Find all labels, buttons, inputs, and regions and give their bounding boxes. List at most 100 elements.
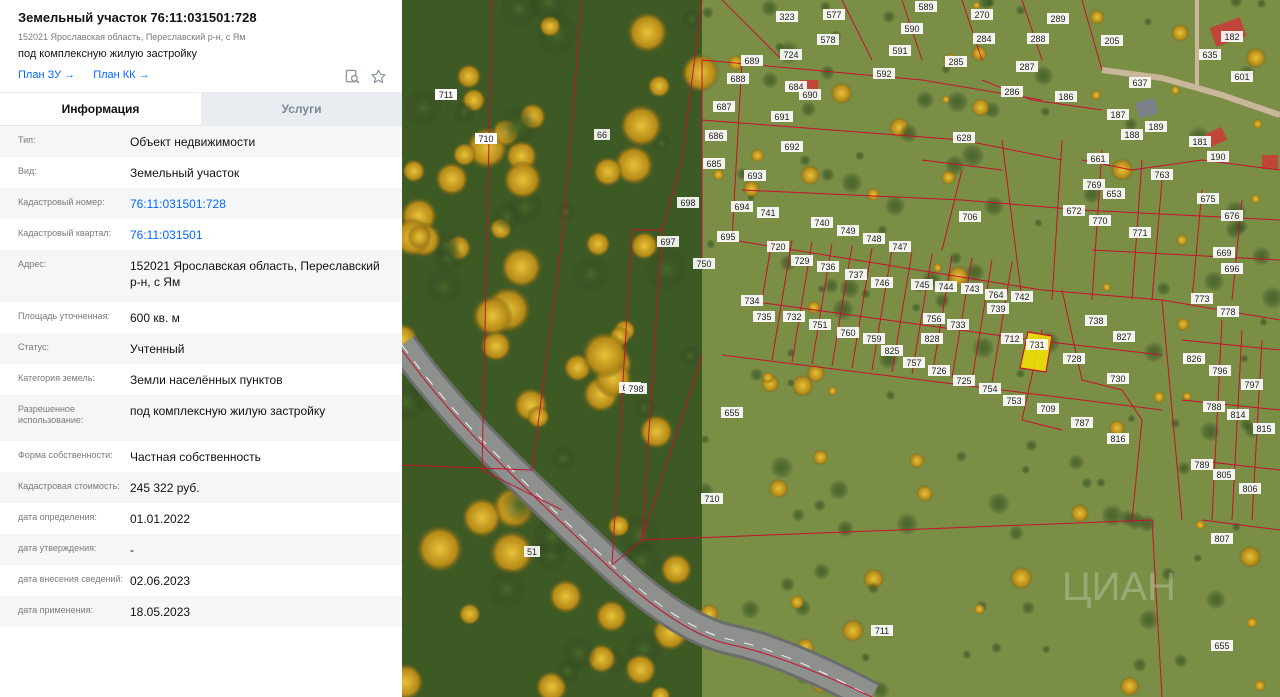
parcel-label[interactable]: 697: [660, 237, 675, 247]
parcel-label[interactable]: 205: [1104, 36, 1119, 46]
parcel-label[interactable]: 289: [1050, 14, 1065, 24]
parcel-label[interactable]: 51: [527, 547, 537, 557]
parcel-label[interactable]: 655: [724, 408, 739, 418]
parcel-label[interactable]: 734: [744, 296, 759, 306]
parcel-label[interactable]: 725: [956, 376, 971, 386]
plan-kk-link[interactable]: План КК →: [93, 69, 149, 81]
parcel-label[interactable]: 825: [884, 346, 899, 356]
parcel-label[interactable]: 712: [1004, 334, 1019, 344]
parcel-label[interactable]: 742: [1014, 292, 1029, 302]
parcel-label[interactable]: 735: [756, 312, 771, 322]
parcel-label[interactable]: 759: [866, 334, 881, 344]
parcel-label[interactable]: 181: [1192, 137, 1207, 147]
parcel-label[interactable]: 748: [866, 234, 881, 244]
parcel-label[interactable]: 724: [783, 50, 798, 60]
parcel-label[interactable]: 66: [597, 130, 607, 140]
parcel-label[interactable]: 628: [956, 133, 971, 143]
parcel-label[interactable]: 796: [1212, 366, 1227, 376]
parcel-label[interactable]: 688: [730, 74, 745, 84]
parcel-label[interactable]: 709: [1040, 404, 1055, 414]
parcel-label[interactable]: 756: [926, 314, 941, 324]
parcel-label[interactable]: 728: [1066, 354, 1081, 364]
parcel-label[interactable]: 695: [720, 232, 735, 242]
parcel-label[interactable]: 816: [1110, 434, 1125, 444]
parcel-label[interactable]: 827: [1116, 332, 1131, 342]
parcel-label[interactable]: 720: [770, 242, 785, 252]
parcel-label[interactable]: 814: [1230, 410, 1245, 420]
parcel-label[interactable]: 754: [982, 384, 997, 394]
parcel-label[interactable]: 746: [874, 278, 889, 288]
parcel-label[interactable]: 747: [892, 242, 907, 252]
parcel-label[interactable]: 689: [744, 56, 759, 66]
parcel-label[interactable]: 190: [1210, 152, 1225, 162]
parcel-label[interactable]: 757: [906, 358, 921, 368]
parcel-label[interactable]: 807: [1214, 534, 1229, 544]
parcel-label[interactable]: 806: [1242, 484, 1257, 494]
parcel-label[interactable]: 589: [918, 2, 933, 12]
parcel-label[interactable]: 805: [1216, 470, 1231, 480]
parcel-label[interactable]: 788: [1206, 402, 1221, 412]
parcel-label[interactable]: 637: [1132, 78, 1147, 88]
parcel-label[interactable]: 710: [478, 134, 493, 144]
parcel-label[interactable]: 710: [704, 494, 719, 504]
parcel-label[interactable]: 685: [706, 159, 721, 169]
parcel-label[interactable]: 760: [840, 328, 855, 338]
parcel-label[interactable]: 741: [760, 208, 775, 218]
parcel-label[interactable]: 711: [439, 90, 453, 100]
parcel-label[interactable]: 740: [814, 218, 829, 228]
parcel-label[interactable]: 601: [1234, 72, 1249, 82]
parcel-label[interactable]: 815: [1256, 424, 1271, 434]
parcel-label[interactable]: 751: [812, 320, 827, 330]
parcel-label[interactable]: 764: [988, 290, 1003, 300]
parcel-label[interactable]: 675: [1200, 194, 1215, 204]
parcel-label[interactable]: 687: [716, 102, 731, 112]
parcel-label[interactable]: 270: [974, 10, 989, 20]
map-canvas[interactable]: 6487226668251589270289205635182577323578…: [402, 0, 1280, 697]
parcel-label[interactable]: 186: [1058, 92, 1073, 102]
parcel-label[interactable]: 577: [826, 10, 841, 20]
parcel-label[interactable]: 787: [1074, 418, 1089, 428]
parcel-label[interactable]: 733: [950, 320, 965, 330]
parcel-label[interactable]: 591: [892, 46, 907, 56]
cadastral-number-link[interactable]: 76:11:031501:728: [130, 196, 402, 212]
parcel-label[interactable]: 736: [820, 262, 835, 272]
parcel-label[interactable]: 763: [1154, 170, 1169, 180]
parcel-label[interactable]: 730: [1110, 374, 1125, 384]
parcel-label[interactable]: 826: [1186, 354, 1201, 364]
parcel-label[interactable]: 286: [1004, 87, 1019, 97]
search-doc-icon[interactable]: [344, 68, 360, 84]
parcel-label[interactable]: 737: [848, 270, 863, 280]
parcel-label[interactable]: 590: [904, 24, 919, 34]
parcel-label[interactable]: 769: [1086, 180, 1101, 190]
parcel-label[interactable]: 729: [794, 256, 809, 266]
parcel-label[interactable]: 284: [976, 34, 991, 44]
plan-zu-link[interactable]: План ЗУ →: [18, 69, 75, 81]
parcel-label[interactable]: 744: [938, 282, 953, 292]
tab-info[interactable]: Информация: [0, 92, 201, 125]
parcel-label[interactable]: 798: [628, 384, 643, 394]
parcel-label[interactable]: 661: [1090, 154, 1105, 164]
parcel-label[interactable]: 692: [784, 142, 799, 152]
parcel-label[interactable]: 578: [820, 35, 835, 45]
parcel-label[interactable]: 828: [924, 334, 939, 344]
parcel-label[interactable]: 711: [875, 626, 889, 636]
parcel-label[interactable]: 635: [1202, 50, 1217, 60]
cadastral-quarter-link[interactable]: 76:11:031501: [130, 227, 402, 243]
parcel-label[interactable]: 693: [747, 171, 762, 181]
parcel-label[interactable]: 323: [779, 12, 794, 22]
parcel-label[interactable]: 743: [964, 284, 979, 294]
parcel-label[interactable]: 672: [1066, 206, 1081, 216]
parcel-label[interactable]: 753: [1006, 396, 1021, 406]
parcel-label[interactable]: 182: [1224, 32, 1239, 42]
parcel-label[interactable]: 773: [1194, 294, 1209, 304]
parcel-label[interactable]: 187: [1110, 110, 1125, 120]
parcel-label[interactable]: 739: [990, 304, 1005, 314]
cadastral-map[interactable]: 6487226668251589270289205635182577323578…: [402, 0, 1280, 697]
parcel-label[interactable]: 698: [680, 198, 695, 208]
parcel-label[interactable]: 686: [708, 131, 723, 141]
parcel-label[interactable]: 655: [1214, 641, 1229, 651]
parcel-label[interactable]: 778: [1220, 307, 1235, 317]
parcel-label[interactable]: 285: [948, 57, 963, 67]
parcel-label[interactable]: 738: [1088, 316, 1103, 326]
parcel-label[interactable]: 696: [1224, 264, 1239, 274]
